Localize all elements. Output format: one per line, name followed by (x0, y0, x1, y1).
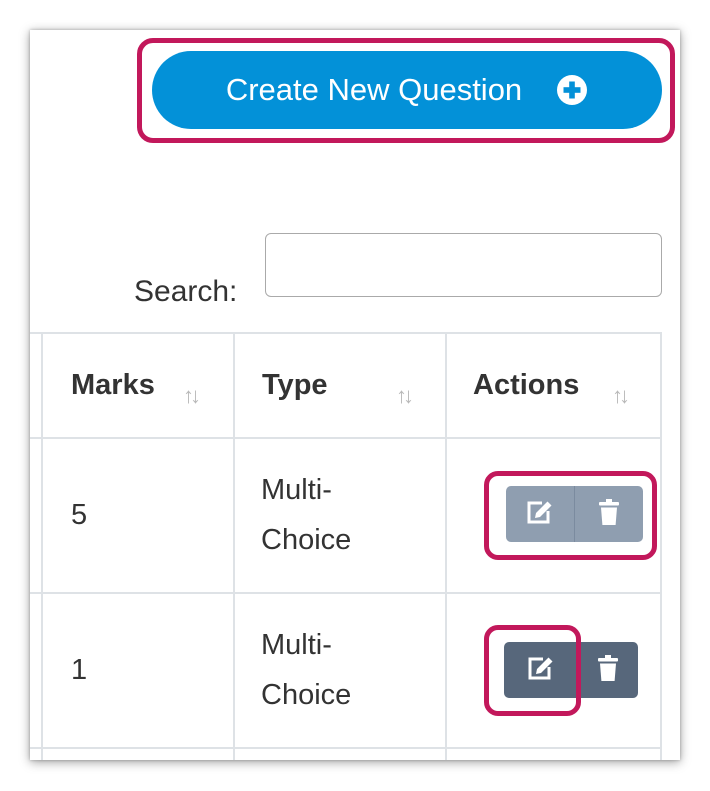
edit-icon (526, 654, 556, 687)
trash-icon (596, 654, 620, 687)
table-row-border (30, 592, 662, 594)
table-header-border (30, 437, 662, 439)
search-input[interactable] (265, 233, 662, 297)
table-col-divider (41, 332, 43, 760)
cell-type-line1: Multi- (261, 474, 332, 506)
create-new-question-label: Create New Question (225, 72, 523, 107)
cell-type-line2: Choice (261, 524, 352, 556)
table-row-border (30, 747, 662, 749)
questions-panel: Create New Question Search: Marks ↑↓ Typ… (30, 30, 680, 760)
column-header-label: Marks (71, 369, 155, 401)
cell-type-line2: Choice (261, 679, 352, 711)
table-top-border (30, 332, 662, 334)
cell-marks: 5 (71, 499, 88, 531)
table-col-divider (445, 332, 447, 760)
create-new-question-button[interactable]: Create New Question (152, 51, 662, 129)
sort-icon[interactable]: ↑↓ (612, 383, 630, 409)
table-col-divider (660, 332, 662, 760)
plus-circle-icon (556, 74, 588, 106)
row-actions (506, 486, 643, 542)
row-actions (504, 642, 638, 698)
delete-button[interactable] (574, 486, 643, 542)
column-header-label: Type (262, 369, 328, 401)
edit-button[interactable] (506, 486, 574, 542)
table-col-divider (233, 332, 235, 760)
trash-icon (597, 498, 621, 531)
edit-icon (525, 498, 555, 531)
delete-button[interactable] (578, 642, 638, 698)
cell-type-line1: Multi- (261, 629, 332, 661)
sort-icon[interactable]: ↑↓ (396, 383, 414, 409)
search-label: Search: (134, 275, 238, 308)
sort-icon[interactable]: ↑↓ (183, 383, 201, 409)
edit-button[interactable] (504, 642, 578, 698)
column-header-label: Actions (473, 369, 580, 401)
cell-marks: 1 (71, 654, 88, 686)
